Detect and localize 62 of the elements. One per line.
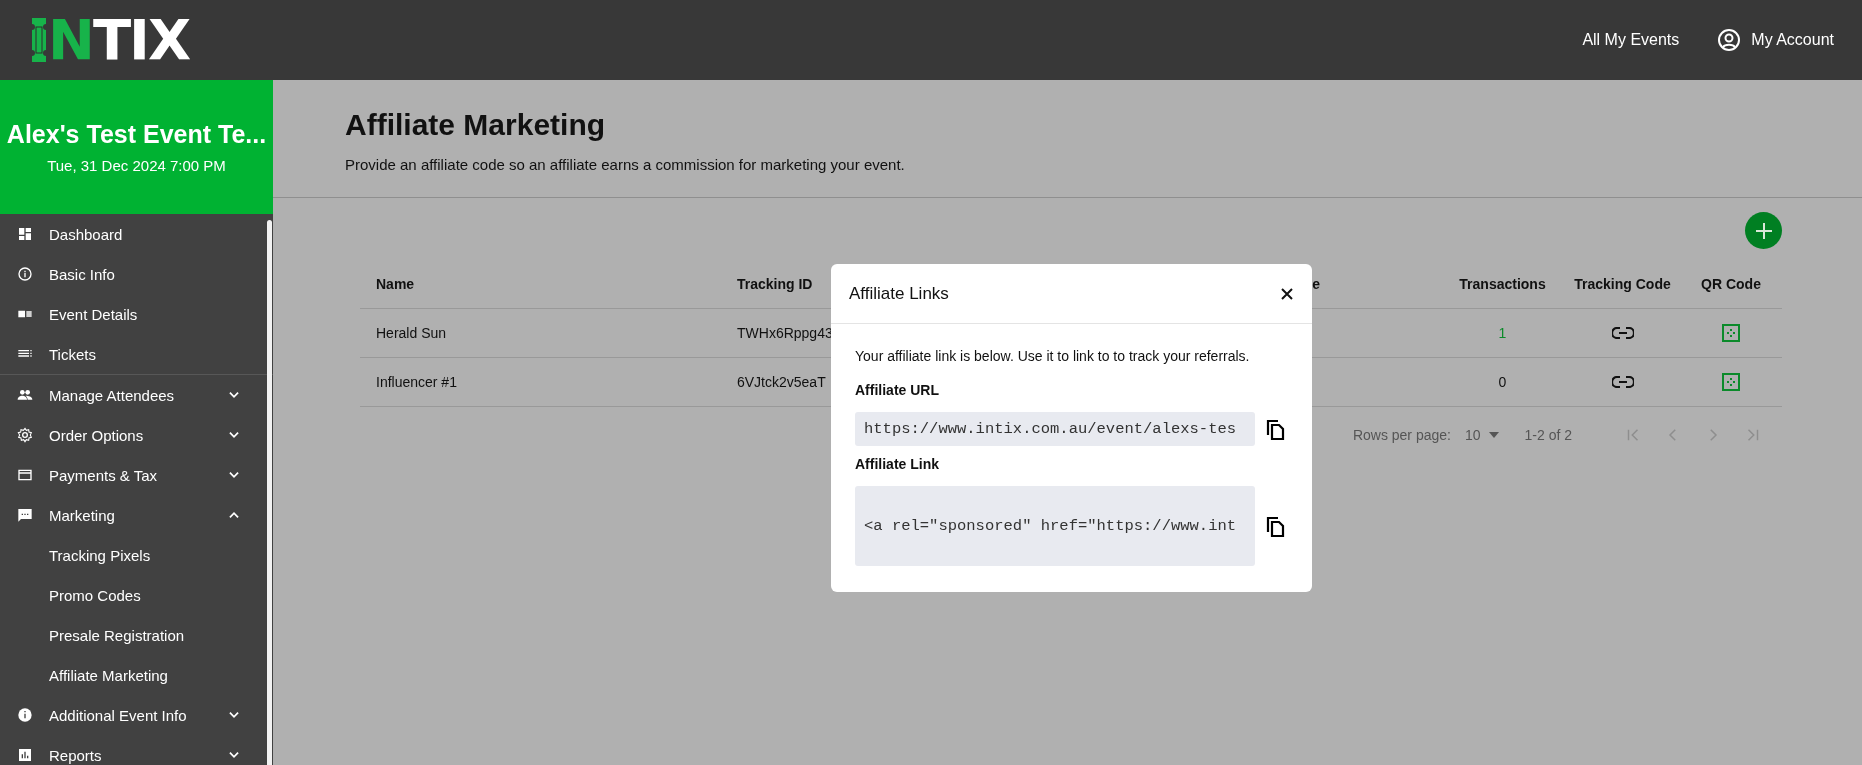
sidebar-item[interactable]: Manage Attendees — [0, 375, 273, 415]
qr-code-icon[interactable] — [1722, 373, 1740, 391]
sidebar-subitem[interactable]: Affiliate Marketing — [0, 655, 273, 695]
page-subtitle: Provide an affiliate code so an affiliate earns a commission for marketing your event. — [345, 156, 906, 173]
table-cell-text: Herald Sun — [375, 325, 448, 341]
qr-code-icon[interactable] — [1722, 324, 1740, 342]
table-cell: 6VJtck2v5eaT — [737, 374, 826, 390]
account-link[interactable]: My Account — [1717, 28, 1834, 52]
sidebar-item[interactable]: Dashboard — [0, 214, 273, 254]
field-label: Affiliate Link — [855, 456, 940, 472]
sidebar-item[interactable]: Event Details — [0, 294, 273, 334]
sidebar-item[interactable]: Payments & Tax — [0, 455, 273, 495]
menu-icon — [17, 507, 33, 523]
menu-icon — [17, 266, 33, 282]
table-cell: TWHx6Rppg43 — [737, 325, 833, 341]
caret-icon — [1488, 432, 1499, 438]
copy-button[interactable] — [1265, 418, 1285, 440]
sidebar-item[interactable]: Order Options — [0, 415, 273, 455]
event-date: Tue, 31 Dec 2024 7:00 PM — [47, 157, 226, 174]
link-icon[interactable] — [1611, 376, 1634, 388]
table-cell: 0 — [1498, 374, 1507, 390]
page-title: Affiliate Marketing — [345, 108, 607, 142]
sidebar-item[interactable]: Tickets — [0, 334, 273, 374]
sidebar-item[interactable]: Basic Info — [0, 254, 273, 294]
column-header: Tracking ID — [737, 275, 814, 292]
account-icon — [1717, 28, 1742, 52]
sidebar-item[interactable]: Reports — [0, 735, 273, 765]
column-header: QR Code — [1700, 275, 1762, 292]
menu-icon — [17, 387, 33, 403]
close-icon — [1280, 286, 1294, 301]
event-title: Alex's Test Event Te... — [6, 120, 267, 149]
link-field[interactable]: <a rel="sponsored" href="https://www.int — [855, 486, 1255, 566]
nav-link[interactable]: All My Events — [1582, 31, 1680, 49]
column-header: Tracking Code — [1573, 275, 1672, 292]
link-field[interactable]: https://www.intix.com.au/event/alexs-tes — [855, 412, 1255, 446]
sidebar-subitem[interactable]: Presale Registration — [0, 615, 273, 655]
menu-icon — [17, 707, 33, 723]
close-button[interactable] — [1280, 286, 1294, 301]
sidebar-item[interactable]: Additional Event Info — [0, 695, 273, 735]
copy-icon — [1265, 418, 1285, 440]
plus-icon — [1753, 220, 1774, 241]
menu-icon — [17, 427, 33, 443]
dialog-text: Your affiliate link is below. Use it to link to to track your referrals. — [855, 348, 1251, 364]
rows-per-page-select[interactable]: 10 — [1464, 427, 1499, 443]
column-header: e — [1311, 275, 1321, 292]
column-header: Name — [375, 275, 416, 292]
copy-icon — [1265, 515, 1285, 537]
add-button[interactable] — [1745, 212, 1782, 249]
table-cell-text: Influencer #1 — [375, 374, 458, 390]
sidebar-subitem[interactable]: Promo Codes — [0, 575, 273, 615]
page-range: 1-2 of 2 — [1524, 427, 1572, 443]
menu-icon — [17, 226, 33, 242]
dialog-title: Affiliate Links — [849, 283, 949, 304]
sidebar-subitem[interactable]: Tracking Pixels — [0, 535, 273, 575]
field-label: Affiliate URL — [855, 382, 940, 398]
intix-logo: NTIX — [32, 15, 190, 65]
column-header: Transactions — [1458, 275, 1547, 292]
rows-per-page-label: Rows per page: — [1352, 427, 1451, 443]
link-icon[interactable] — [1611, 327, 1634, 339]
copy-button[interactable] — [1265, 515, 1285, 537]
menu-icon — [17, 467, 33, 483]
sidebar-item[interactable]: Marketing — [0, 495, 273, 535]
